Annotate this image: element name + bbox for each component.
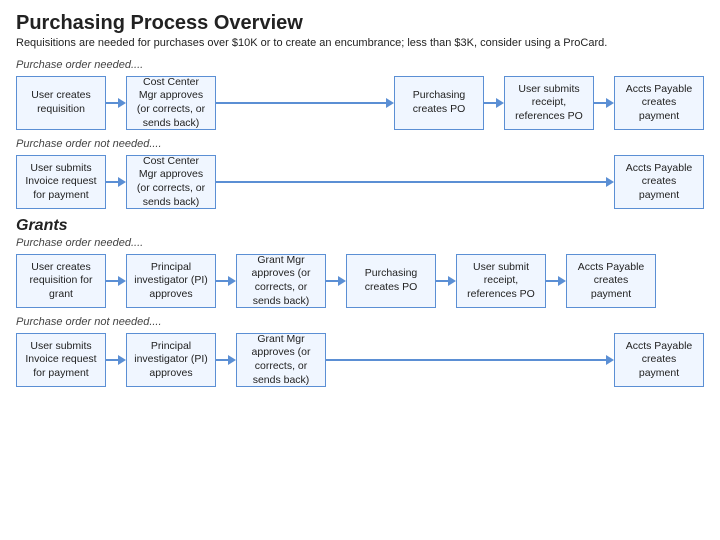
short-arrow — [546, 276, 566, 286]
flow-row: User submits Invoice request for payment… — [16, 155, 704, 209]
flow-box: Principal investigator (PI) approves — [126, 254, 216, 308]
short-arrow — [484, 98, 504, 108]
subtitle: Requisitions are needed for purchases ov… — [16, 37, 704, 49]
short-arrow — [106, 98, 126, 108]
subsection-label: Purchase order needed.... — [16, 59, 704, 71]
flow-box: Principal investigator (PI) approves — [126, 333, 216, 387]
grants-heading: Grants — [16, 217, 704, 235]
short-arrow — [436, 276, 456, 286]
subsection-block: Purchase order not needed.... User submit… — [16, 316, 704, 387]
short-arrow — [594, 98, 614, 108]
flow-box: Accts Payable creates payment — [566, 254, 656, 308]
short-arrow — [326, 276, 346, 286]
flow-row: User creates requisition for grant Princi… — [16, 254, 704, 308]
flow-box: User creates requisition for grant — [16, 254, 106, 308]
subsection-block: Purchase order not needed.... User submit… — [16, 138, 704, 209]
long-arrow — [216, 177, 614, 187]
subsection-label: Purchase order not needed.... — [16, 316, 704, 328]
flow-box: Accts Payable creates payment — [614, 155, 704, 209]
long-arrow — [326, 355, 614, 365]
flow-box: Grant Mgr approves (or corrects, or send… — [236, 254, 326, 308]
subsection-label: Purchase order needed.... — [16, 237, 704, 249]
flow-box: User submits receipt, references PO — [504, 76, 594, 130]
page-title: Purchasing Process Overview — [16, 12, 704, 35]
flow-box: User submit receipt, references PO — [456, 254, 546, 308]
short-arrow — [216, 276, 236, 286]
flow-box: Accts Payable creates payment — [614, 333, 704, 387]
flow-box: Cost Center Mgr approves (or corrects, o… — [126, 155, 216, 209]
short-arrow — [216, 355, 236, 365]
subsection-block: Purchase order needed.... User creates re… — [16, 237, 704, 308]
flow-row: User creates requisition Cost Center Mgr … — [16, 76, 704, 130]
short-arrow — [106, 355, 126, 365]
flow-box: Grant Mgr approves (or corrects, or send… — [236, 333, 326, 387]
flow-box: Purchasing creates PO — [346, 254, 436, 308]
subsection-block: Purchase order needed.... User creates re… — [16, 59, 704, 130]
long-arrow — [216, 98, 394, 108]
flow-row: User submits Invoice request for payment… — [16, 333, 704, 387]
short-arrow — [106, 276, 126, 286]
subsection-label: Purchase order not needed.... — [16, 138, 704, 150]
flow-box: Cost Center Mgr approves (or corrects, o… — [126, 76, 216, 130]
flow-box: User submits Invoice request for payment — [16, 155, 106, 209]
short-arrow — [106, 177, 126, 187]
flow-box: Purchasing creates PO — [394, 76, 484, 130]
flow-box: Accts Payable creates payment — [614, 76, 704, 130]
flow-box: User creates requisition — [16, 76, 106, 130]
flow-box: User submits Invoice request for payment — [16, 333, 106, 387]
